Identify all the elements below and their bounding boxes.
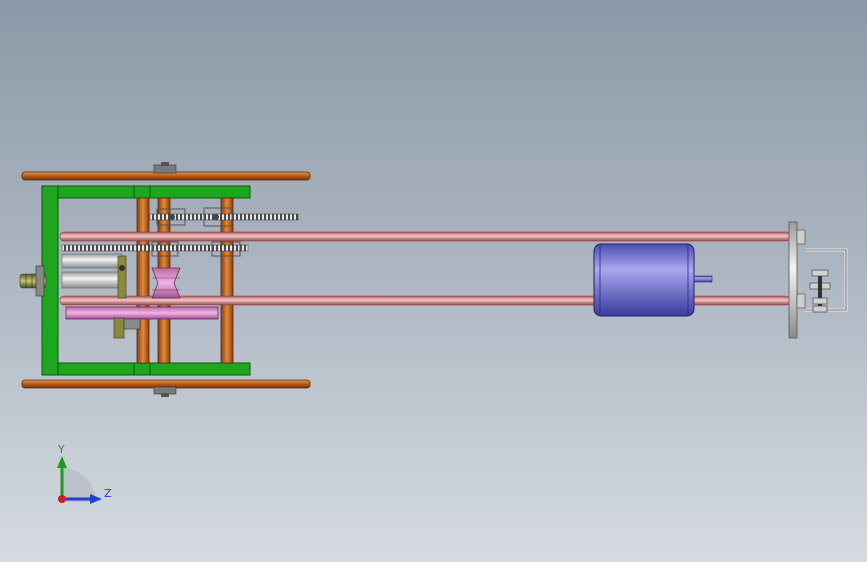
upper-guide-rod	[59, 231, 791, 242]
z-axis-label: Z	[104, 487, 112, 500]
origin-dot	[58, 495, 66, 503]
cad-viewport[interactable]: Y Z	[0, 0, 867, 562]
pink-pulley	[151, 267, 181, 299]
z-axis-arrow	[90, 494, 102, 504]
silver-cylinders	[61, 253, 127, 299]
coordinate-triad: Y Z	[57, 443, 112, 504]
y-axis-arrow	[57, 456, 67, 468]
assembly-drawing: Y Z	[19, 162, 848, 504]
drive-shaft	[19, 265, 47, 297]
bottom-rail	[21, 379, 311, 397]
y-axis-label: Y	[57, 443, 65, 456]
motor	[593, 243, 713, 317]
end-bracket	[788, 221, 848, 339]
top-rail	[21, 162, 311, 181]
